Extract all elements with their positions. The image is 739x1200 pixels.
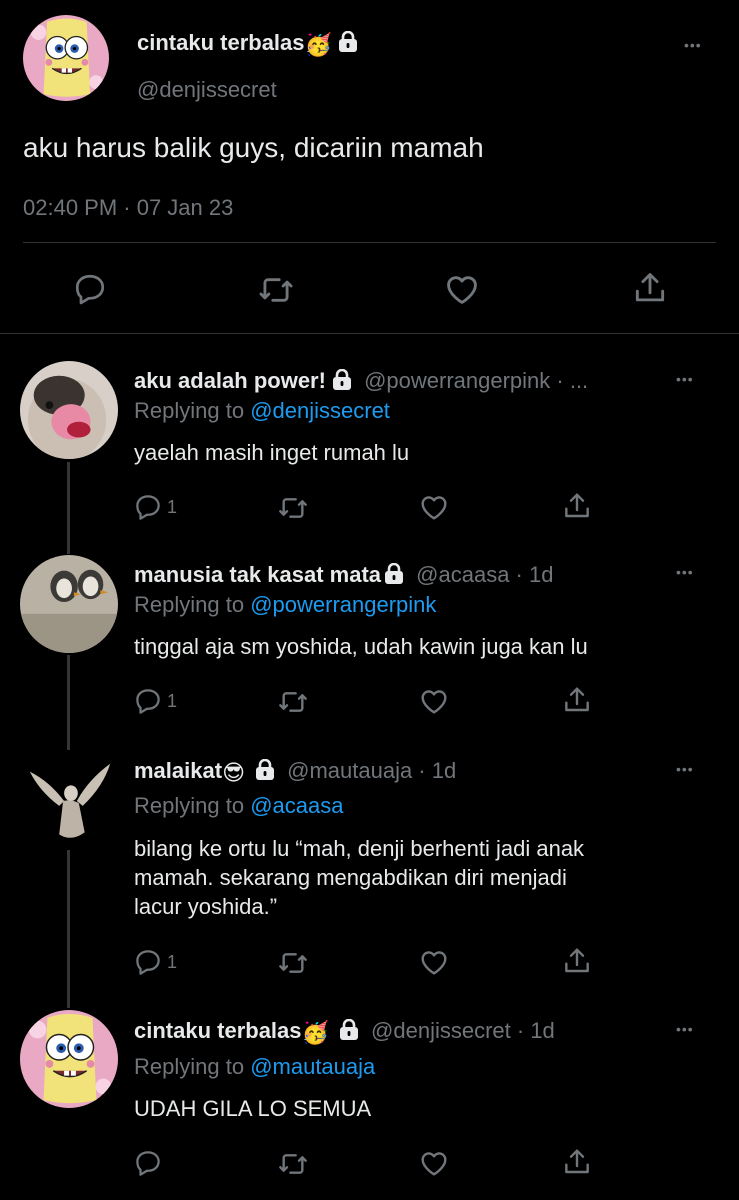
- share-button[interactable]: [561, 684, 593, 716]
- reply-text: bilang ke ortu lu “mah, denji berhenti j…: [134, 834, 584, 921]
- more-dots-icon[interactable]: •••: [676, 1022, 694, 1036]
- display-name[interactable]: manusia tak kasat mata: [134, 562, 381, 587]
- reply-text: yaelah masih inget rumah lu: [134, 440, 410, 465]
- more-dots-icon[interactable]: •••: [676, 762, 694, 776]
- reply-button[interactable]: 1: [133, 492, 177, 522]
- avatar[interactable]: [20, 752, 118, 850]
- display-name[interactable]: cintaku terbalas: [134, 1018, 302, 1043]
- heart-icon: [418, 1147, 450, 1179]
- replying-to-link[interactable]: @denjissecret: [250, 398, 390, 423]
- reply-bubble-icon: [133, 492, 163, 522]
- replying-to-link[interactable]: @powerrangerpink: [250, 592, 436, 617]
- tweet-timestamp[interactable]: 02:40 PM · 07 Jan 23: [23, 194, 233, 222]
- like-button[interactable]: [443, 270, 481, 308]
- replying-label: Replying to: [134, 398, 251, 423]
- more-dots-icon[interactable]: •••: [676, 372, 694, 386]
- share-button[interactable]: [561, 945, 593, 977]
- party-face-emoji: 🥳: [301, 1020, 329, 1045]
- lock-icon: [332, 369, 352, 391]
- avatar[interactable]: [20, 555, 118, 653]
- replying-to-link[interactable]: @mautauaja: [250, 1054, 375, 1079]
- reply-count: 1: [167, 496, 178, 517]
- handle-meta[interactable]: @denjissecret · 1d: [371, 1018, 555, 1043]
- lock-icon: [384, 563, 404, 585]
- share-button[interactable]: [561, 490, 593, 522]
- avatar[interactable]: [20, 1010, 118, 1108]
- display-name[interactable]: malaikat: [134, 758, 222, 783]
- heart-icon: [418, 491, 450, 523]
- reply-bubble-icon: [133, 686, 163, 716]
- reply-bubble-icon: [133, 1148, 163, 1178]
- lock-icon: [339, 1019, 359, 1041]
- more-dots-icon[interactable]: •••: [676, 565, 694, 579]
- reply-text-line: mamah. sekarang mengabdikan diri menjadi: [134, 865, 567, 890]
- heart-icon: [418, 946, 450, 978]
- reply-button[interactable]: 1: [133, 686, 177, 716]
- reply-button[interactable]: [133, 1148, 163, 1178]
- reply-text: UDAH GILA LO SEMUA: [134, 1096, 372, 1121]
- reply-text-line: bilang ke ortu lu “mah, denji berhenti j…: [134, 836, 585, 861]
- handle-meta[interactable]: @powerrangerpink · ...: [364, 368, 588, 393]
- reply-button[interactable]: [72, 271, 108, 307]
- party-face-emoji: 🥳: [304, 32, 332, 57]
- handle-meta[interactable]: @mautauaja · 1d: [287, 758, 456, 783]
- tweet-text: aku harus balik guys, dicariin mamah: [23, 132, 484, 163]
- replying-label: Replying to: [134, 793, 251, 818]
- retweet-button[interactable]: [277, 686, 309, 718]
- reply-count: 1: [167, 951, 178, 972]
- thread-connector: [67, 850, 70, 1008]
- thread-connector: [67, 655, 70, 750]
- retweet-button[interactable]: [277, 1148, 309, 1180]
- share-icon: [561, 1146, 593, 1178]
- handle[interactable]: @denjissecret: [137, 77, 277, 103]
- retweet-icon: [277, 1148, 309, 1180]
- lock-icon: [255, 759, 275, 781]
- more-dots-icon[interactable]: •••: [684, 38, 702, 52]
- thread-connector: [67, 462, 70, 554]
- reply-bubble-icon: [72, 271, 108, 307]
- retweet-button[interactable]: [257, 271, 295, 309]
- reply-text-line: lacur yoshida.”: [134, 894, 278, 919]
- like-button[interactable]: [418, 1147, 450, 1179]
- replying-to-link[interactable]: @acaasa: [250, 793, 343, 818]
- share-button[interactable]: [561, 1146, 593, 1178]
- reply-count: 1: [167, 690, 178, 711]
- section-divider: [0, 333, 739, 334]
- share-icon: [561, 945, 593, 977]
- like-button[interactable]: [418, 491, 450, 523]
- retweet-icon: [277, 686, 309, 718]
- display-name[interactable]: cintaku terbalas: [137, 30, 305, 55]
- avatar[interactable]: [20, 361, 118, 459]
- heart-icon: [418, 685, 450, 717]
- share-icon: [631, 269, 669, 307]
- retweet-icon: [277, 492, 309, 524]
- share-icon: [561, 490, 593, 522]
- display-name[interactable]: aku adalah power!: [134, 368, 326, 393]
- like-button[interactable]: [418, 946, 450, 978]
- reply-text: tinggal aja sm yoshida, udah kawin juga …: [134, 634, 588, 659]
- retweet-icon: [257, 271, 295, 309]
- share-button[interactable]: [631, 269, 669, 307]
- replying-label: Replying to: [134, 592, 251, 617]
- sunglasses-emoji: 😎: [222, 760, 245, 785]
- handle-meta[interactable]: @acaasa · 1d: [416, 562, 553, 587]
- reply-bubble-icon: [133, 947, 163, 977]
- reply-button[interactable]: 1: [133, 947, 177, 977]
- replying-label: Replying to: [134, 1054, 251, 1079]
- retweet-button[interactable]: [277, 492, 309, 524]
- lock-icon: [338, 31, 358, 53]
- divider: [23, 242, 716, 243]
- like-button[interactable]: [418, 685, 450, 717]
- share-icon: [561, 684, 593, 716]
- retweet-button[interactable]: [277, 947, 309, 979]
- retweet-icon: [277, 947, 309, 979]
- heart-icon: [443, 270, 481, 308]
- avatar[interactable]: [23, 15, 109, 101]
